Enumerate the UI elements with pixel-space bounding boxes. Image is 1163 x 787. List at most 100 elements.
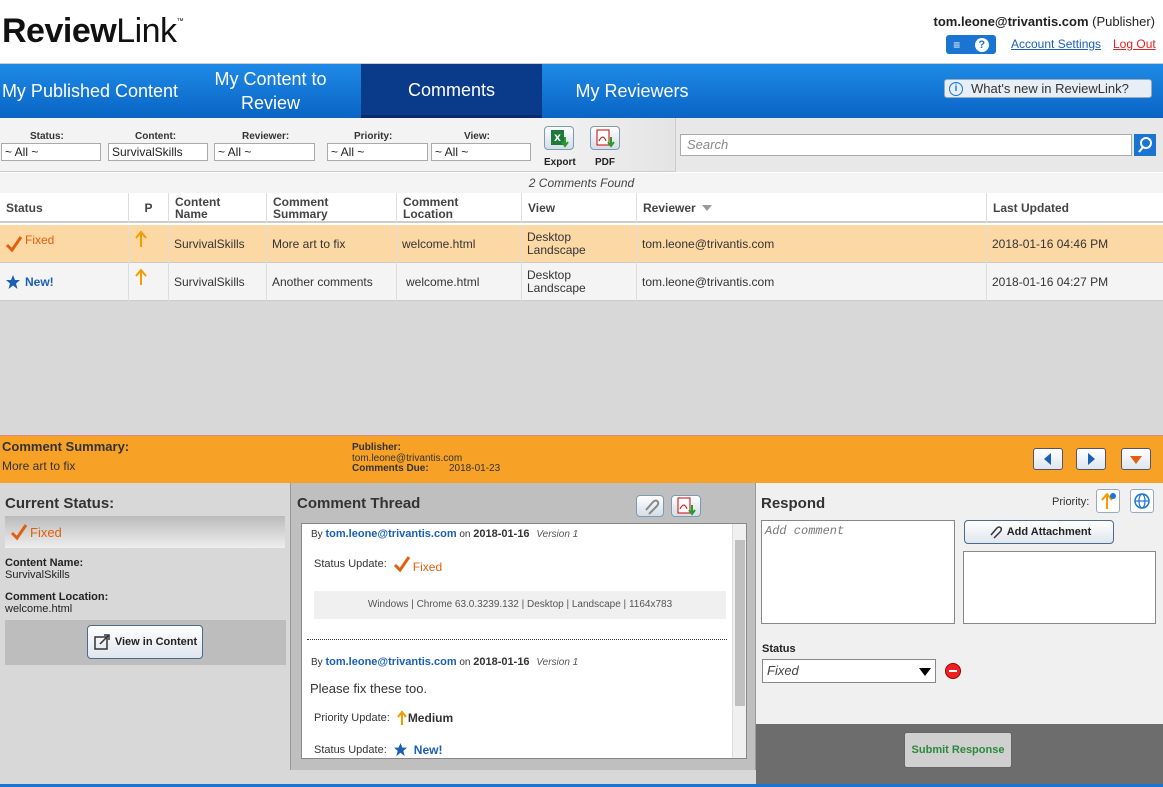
view-in-content-area: View in Content <box>5 620 286 665</box>
info-icon: i <box>949 81 963 96</box>
row-priority-cell <box>128 225 168 263</box>
tab-my-content-to-review[interactable]: My Content to Review <box>180 64 361 118</box>
location-label: Comment Location: <box>5 591 109 603</box>
col-comment-summary[interactable]: Comment Summary <box>266 193 396 223</box>
view-filter-select[interactable]: ~ All ~ <box>431 143 531 161</box>
thread-message: Please fix these too. <box>310 681 428 696</box>
export-label: Export <box>544 157 576 168</box>
arrow-left-icon <box>1044 453 1051 465</box>
row-updated: 2018-01-16 04:46 PM <box>986 225 1163 263</box>
app-header: ReviewLink™ tom.leone@trivantis.com (Pub… <box>0 0 1163 64</box>
account-settings-link[interactable]: Account Settings <box>1011 37 1101 51</box>
col-last-updated[interactable]: Last Updated <box>986 193 1163 223</box>
view-filter-label: View: <box>464 131 490 142</box>
tab-my-reviewers[interactable]: My Reviewers <box>542 64 722 118</box>
collapse-panel-button[interactable] <box>1121 448 1151 470</box>
checkmark-icon <box>10 524 28 541</box>
remove-status-icon[interactable] <box>945 663 961 679</box>
col-reviewer[interactable]: Reviewer <box>636 193 986 223</box>
thread-scroll-thumb[interactable] <box>735 540 745 706</box>
row-content-name: SurvivalSkills <box>168 225 266 263</box>
pdf-button[interactable] <box>590 126 620 150</box>
location-value: welcome.html <box>5 603 73 615</box>
table-header: Status P Content Name Comment Summary Co… <box>0 193 1163 223</box>
thread-entry-meta: By tom.leone@trivantis.com on 2018-01-16… <box>311 528 579 540</box>
status-filter-select[interactable]: ~ All ~ <box>1 143 101 161</box>
search-button[interactable] <box>1134 134 1156 156</box>
filter-bar: Status: ~ All ~ Content: SurvivalSkills … <box>0 118 675 172</box>
thread-priority-update: Priority Update: Medium <box>314 710 454 725</box>
row-content-name: SurvivalSkills <box>168 263 266 301</box>
col-comment-location[interactable]: Comment Location <box>396 193 521 223</box>
table-row[interactable]: Fixed SurvivalSkills More art to fix wel… <box>0 225 1163 263</box>
previous-comment-button[interactable] <box>1033 448 1063 470</box>
tab-my-published-content[interactable]: My Published Content <box>0 64 180 118</box>
pdf-export-icon <box>677 497 696 516</box>
arrow-right-icon <box>1088 453 1095 465</box>
thread-author-link[interactable]: tom.leone@trivantis.com <box>325 528 456 540</box>
menu-help-button[interactable]: ≡ ? <box>946 35 996 54</box>
thread-status-update: Status Update: New! <box>314 742 443 757</box>
add-attachment-button[interactable]: Add Attachment <box>964 520 1114 544</box>
col-view[interactable]: View <box>521 193 636 223</box>
reviewlink-logo[interactable]: ReviewLink™ <box>2 12 184 51</box>
priority-picker-button[interactable] <box>1096 489 1120 513</box>
respond-title: Respond <box>761 495 826 512</box>
globe-icon <box>1134 493 1150 509</box>
row-summary: More art to fix <box>266 225 396 263</box>
table-empty-area <box>0 301 1163 435</box>
col-status[interactable]: Status <box>0 193 128 223</box>
export-button[interactable]: X <box>544 126 574 150</box>
priority-up-arrow-icon <box>135 230 147 247</box>
help-icon[interactable]: ? <box>974 37 989 52</box>
global-comment-button[interactable] <box>1130 489 1154 513</box>
pdf-label: PDF <box>595 157 615 168</box>
submit-bar: Submit Response <box>756 724 1163 787</box>
respond-status-label: Status <box>762 643 796 655</box>
status-select[interactable]: Fixed <box>762 659 936 683</box>
submit-response-button[interactable]: Submit Response <box>904 732 1012 768</box>
priority-filter-select[interactable]: ~ All ~ <box>327 143 428 161</box>
next-comment-button[interactable] <box>1076 448 1106 470</box>
table-row[interactable]: New! SurvivalSkills Another comments wel… <box>0 263 1163 301</box>
sort-desc-icon <box>701 205 712 211</box>
row-location: welcome.html <box>396 225 521 263</box>
content-name-label: Content Name: <box>5 557 84 569</box>
arrow-down-icon <box>1130 456 1142 464</box>
pdf-export-icon <box>596 129 615 148</box>
search-bar: Search <box>675 118 1163 172</box>
row-reviewer: tom.leone@trivantis.com <box>636 263 986 301</box>
row-priority-cell <box>128 263 168 301</box>
priority-up-arrow-icon <box>397 710 407 725</box>
menu-icon[interactable]: ≡ <box>953 38 960 52</box>
row-status-cell: New! <box>0 263 128 301</box>
comment-thread-list[interactable]: By tom.leone@trivantis.com on 2018-01-16… <box>301 523 747 759</box>
thread-author-link[interactable]: tom.leone@trivantis.com <box>325 656 456 668</box>
thread-scrollbar[interactable] <box>732 524 746 758</box>
col-priority[interactable]: P <box>128 193 168 223</box>
row-view: Desktop Landscape <box>521 263 611 301</box>
row-status-cell: Fixed <box>0 225 128 263</box>
row-location: welcome.html <box>396 263 521 301</box>
dropdown-arrow-icon <box>919 668 931 676</box>
log-out-link[interactable]: Log Out <box>1113 37 1156 51</box>
reviewer-filter-select[interactable]: ~ All ~ <box>214 143 315 161</box>
search-input[interactable]: Search <box>680 134 1132 156</box>
attachment-list[interactable] <box>963 551 1156 624</box>
comment-summary-bar: Comment Summary: More art to fix Publish… <box>0 435 1163 483</box>
user-info: tom.leone@trivantis.com (Publisher) <box>934 14 1155 29</box>
tab-comments[interactable]: Comments <box>361 64 542 118</box>
user-email: tom.leone@trivantis.com <box>933 14 1089 29</box>
thread-pdf-button[interactable] <box>671 495 701 517</box>
comment-input[interactable]: Add comment <box>761 520 955 624</box>
view-in-content-button[interactable]: View in Content <box>87 625 203 659</box>
col-content-name[interactable]: Content Name <box>168 193 266 223</box>
thread-divider <box>307 639 727 640</box>
col-reviewer-label: Reviewer <box>643 201 696 215</box>
row-view: Desktop Landscape <box>521 225 611 263</box>
attachments-button[interactable] <box>636 495 664 517</box>
row-summary: Another comments <box>266 263 396 301</box>
content-filter-select[interactable]: SurvivalSkills <box>108 143 208 161</box>
whats-new-button[interactable]: i What's new in ReviewLink? <box>944 79 1152 98</box>
summary-value: More art to fix <box>2 459 76 473</box>
